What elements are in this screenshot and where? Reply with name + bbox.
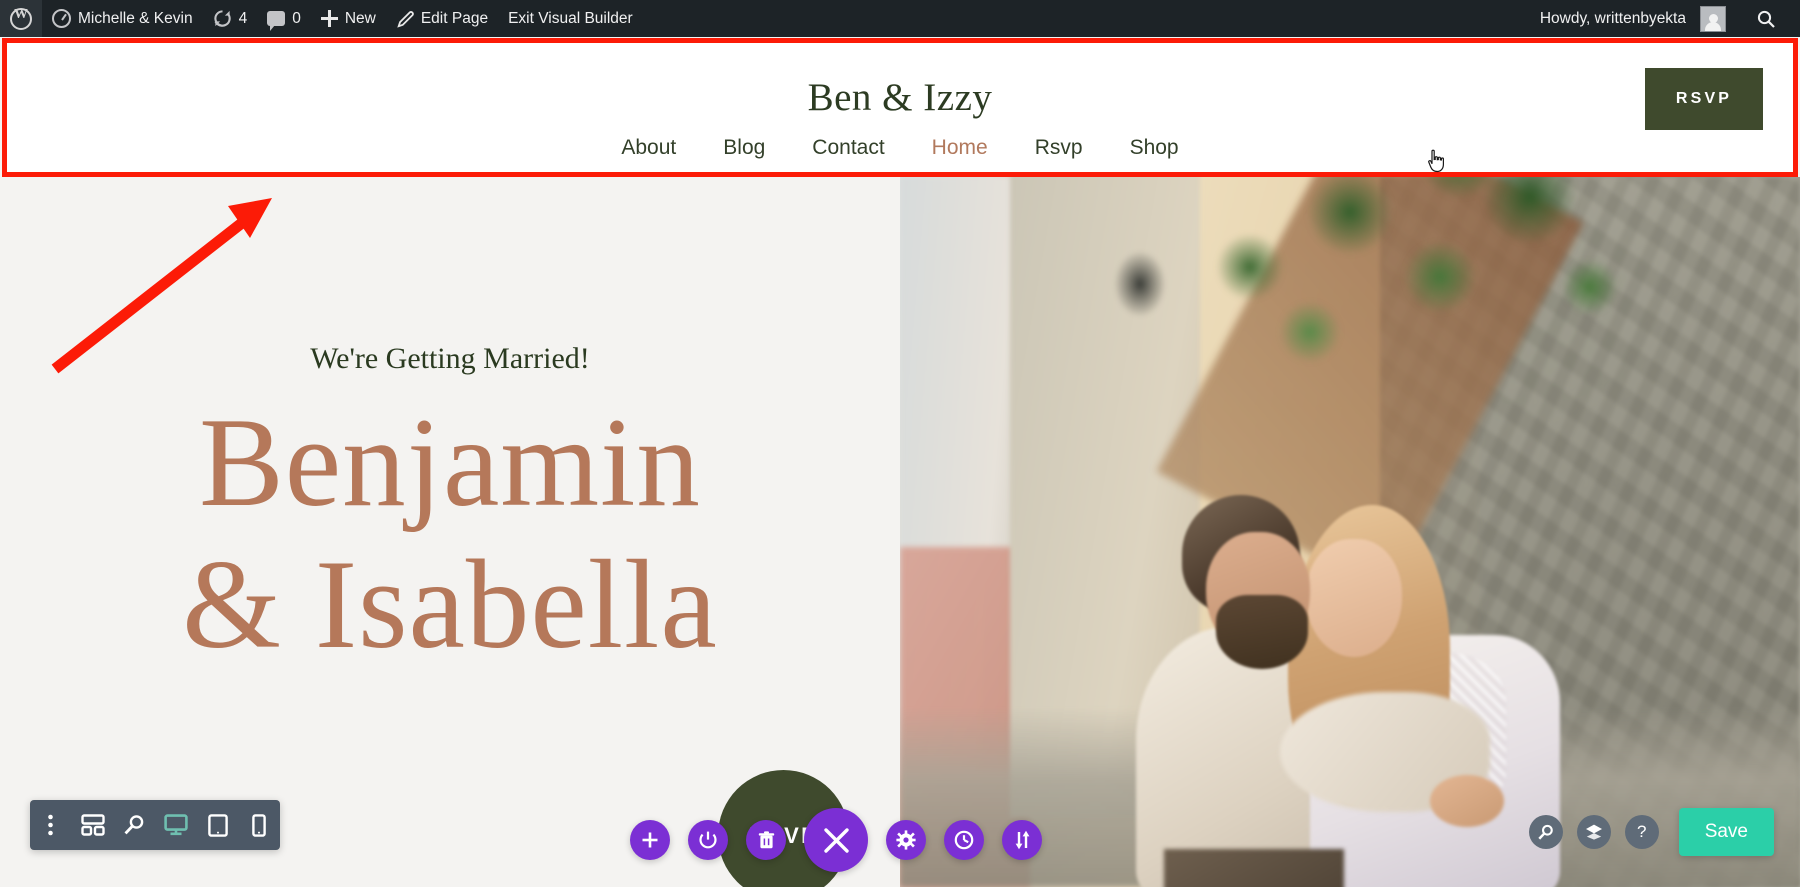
divi-responsive-toolbar	[30, 800, 280, 850]
phone-view-button[interactable]	[238, 800, 280, 850]
zoom-view-button[interactable]	[113, 800, 155, 850]
more-options-button[interactable]	[30, 800, 72, 850]
primary-navigation: About Blog Contact Home Rsvp Shop	[7, 136, 1793, 160]
photo-groom-trousers	[1164, 849, 1344, 887]
hero-kicker: We're Getting Married!	[310, 342, 590, 375]
new-content-menu[interactable]: New	[311, 0, 386, 37]
wireframe-view-button[interactable]	[72, 800, 114, 850]
wordpress-admin-bar: Michelle & Kevin 4 0 New	[0, 0, 1800, 37]
help-icon[interactable]: ?	[1624, 815, 1659, 849]
admin-bar-right-group: Howdy, writtenbyekta	[1530, 0, 1800, 37]
delete-section-button[interactable]	[746, 820, 786, 860]
nav-item-contact[interactable]: Contact	[812, 136, 884, 160]
hero-name-line-1: Benjamin	[199, 393, 701, 533]
header-rsvp-button[interactable]: RSVP	[1645, 68, 1763, 130]
edit-page-menu[interactable]: Edit Page	[386, 0, 498, 37]
edit-page-label: Edit Page	[420, 9, 489, 27]
nav-item-about[interactable]: About	[621, 136, 676, 160]
site-name-menu[interactable]: Michelle & Kevin	[42, 0, 203, 37]
search-icon	[1756, 9, 1776, 29]
nav-item-blog[interactable]: Blog	[723, 136, 765, 160]
site-header-area: Ben & Izzy About Blog Contact Home Rsvp …	[7, 43, 1793, 172]
avatar	[1700, 5, 1726, 32]
wordpress-logo-menu[interactable]	[0, 0, 42, 37]
my-account-menu[interactable]: Howdy, writtenbyekta	[1530, 0, 1736, 37]
updates-count: 4	[238, 9, 248, 27]
hero-name-line-2: & Isabella	[182, 535, 718, 676]
hero-section: We're Getting Married! Benjamin & Isabel…	[0, 177, 1800, 887]
comments-count: 0	[292, 9, 301, 27]
nav-item-home[interactable]: Home	[932, 136, 988, 160]
admin-bar-search-button[interactable]	[1746, 0, 1786, 37]
new-label: New	[344, 9, 376, 27]
howdy-label: Howdy, writtenbyekta	[1539, 9, 1686, 27]
tablet-view-button[interactable]	[197, 800, 239, 850]
page-settings-button[interactable]	[688, 820, 728, 860]
divi-main-controls	[630, 808, 1042, 872]
nav-item-rsvp[interactable]: Rsvp	[1035, 136, 1083, 160]
comments-menu[interactable]: 0	[257, 0, 311, 37]
layers-icon[interactable]	[1576, 815, 1611, 849]
reorder-button[interactable]	[1002, 820, 1042, 860]
history-button[interactable]	[944, 820, 984, 860]
comment-bubble-icon	[267, 11, 286, 31]
visual-builder-screen: Michelle & Kevin 4 0 New	[0, 0, 1800, 887]
divi-right-controls: ? Save	[1528, 808, 1774, 856]
builder-settings-button[interactable]	[886, 820, 926, 860]
site-brand-logo[interactable]: Ben & Izzy	[7, 75, 1793, 120]
photo-groom-beard	[1216, 595, 1308, 669]
pencil-icon	[396, 10, 414, 28]
hero-names: Benjamin & Isabella	[0, 392, 900, 676]
photo-foliage	[1160, 177, 1680, 447]
nav-item-shop[interactable]: Shop	[1130, 136, 1179, 160]
photo-bride-face	[1306, 539, 1402, 657]
updates-icon	[213, 9, 232, 28]
mouse-cursor-pointer	[1425, 148, 1447, 174]
desktop-view-button[interactable]	[155, 800, 197, 850]
save-button[interactable]: Save	[1678, 808, 1774, 856]
wordpress-logo-icon	[10, 7, 32, 30]
photo-hands	[1430, 775, 1504, 827]
exit-visual-builder-button[interactable]: Exit Visual Builder	[498, 0, 643, 37]
dashboard-icon	[52, 9, 71, 28]
add-section-button[interactable]	[630, 820, 670, 860]
updates-menu[interactable]: 4	[203, 0, 258, 37]
exit-visual-builder-label: Exit Visual Builder	[508, 9, 633, 27]
plus-icon	[320, 10, 338, 27]
hero-photo	[900, 177, 1800, 887]
search-icon[interactable]	[1528, 815, 1563, 849]
close-menu-button[interactable]	[804, 808, 868, 872]
site-name-label: Michelle & Kevin	[78, 9, 193, 27]
admin-bar-left-group: Michelle & Kevin 4 0 New	[0, 0, 643, 37]
